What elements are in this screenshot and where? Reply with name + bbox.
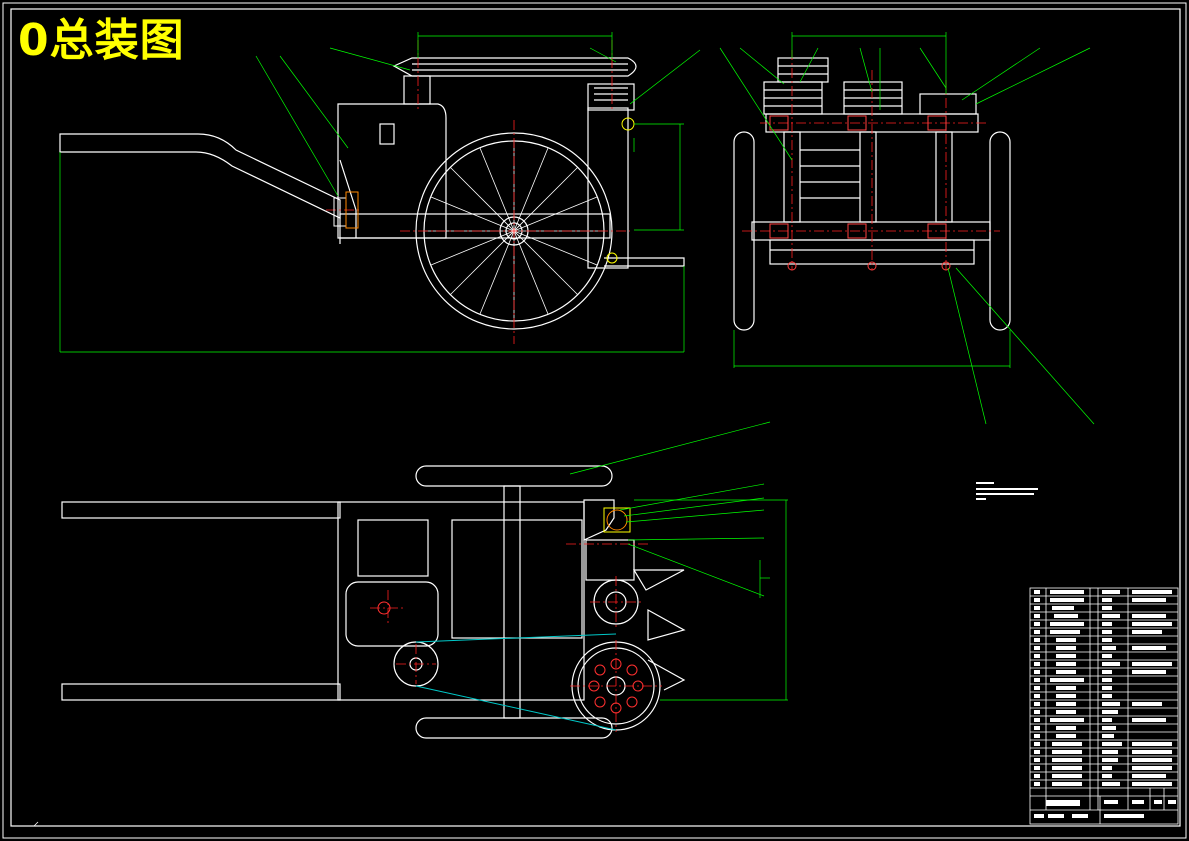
side-elevation-view bbox=[733, 57, 1011, 331]
drawing-title: 0总装图 bbox=[18, 15, 185, 66]
parts-list-entries bbox=[1034, 590, 1176, 818]
plan-view-belt bbox=[415, 633, 617, 731]
front-elevation-details bbox=[333, 117, 635, 264]
front-elevation-view bbox=[59, 57, 685, 330]
plan-view-dimensions bbox=[569, 421, 788, 701]
plan-view-hub-holes bbox=[377, 601, 644, 714]
side-elevation-centerlines bbox=[742, 50, 1000, 270]
plan-view-shaft-detail bbox=[603, 507, 631, 533]
drawing-border bbox=[2, 2, 1187, 839]
drawing-sheet bbox=[2, 2, 1187, 839]
technical-notes bbox=[976, 482, 1038, 500]
side-elevation-dimensions bbox=[719, 32, 1095, 425]
